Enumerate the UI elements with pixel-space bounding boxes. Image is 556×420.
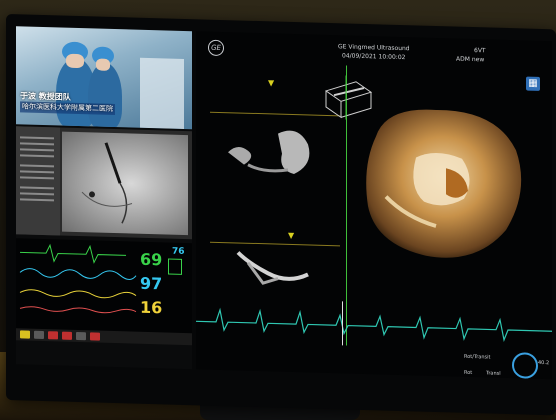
2d-planes-panel: ▼ ▼ [208,72,332,325]
video-caption: 于波 教授团队 哈尔滨医科大学附属第二医院 [20,90,115,116]
system-date: 04/09/2021 10:00:02 [342,52,405,62]
rotate-wheel-control[interactable] [512,352,538,379]
control-button-1[interactable] [20,330,30,339]
pulse-rate-value: 76 [172,246,185,257]
fluoroscopy-panel [16,126,192,240]
ecg-cursor [342,301,343,346]
control-button-5[interactable] [76,331,86,341]
mode-value: ADM [456,55,470,63]
ge-logo: GE [208,39,224,57]
ecg-trace [196,307,552,343]
surgeon-face-2 [96,58,110,71]
mode-label: ADM new [456,56,484,65]
fluoroscopy-sidebar [16,126,60,236]
date-value: 04/09/2021 [342,52,377,61]
control-button-6[interactable] [90,332,100,341]
surgeon-face [66,53,84,69]
value-readout: 40.2 [538,359,550,367]
svg-text:▼: ▼ [288,231,295,240]
monitor: 于波 教授团队 哈尔滨医科大学附属第二医院 69 76 97 16 GE GE … [6,14,556,416]
time-value: 10:00:02 [378,53,406,62]
spo2-value: 97 [140,273,163,294]
3d-render-view [346,95,532,270]
heart-rate-value: 69 [140,249,163,270]
control-button-2[interactable] [34,330,44,340]
rot-transit-label: Rot/Transit [464,353,491,361]
caption-hospital: 哈尔滨医科大学附属第二医院 [20,101,115,116]
ultrasound-screen: GE GE Vingmed Ultrasound 04/09/2021 10:0… [196,31,552,380]
resp-rate-value: 16 [140,297,163,318]
fluoroscopy-image [62,131,188,236]
probe-label: 6VT [474,47,486,55]
equipment [140,57,184,129]
vitals-waveforms [19,243,137,314]
left-screen: 于波 教授团队 哈尔滨医科大学附属第二医院 69 76 97 16 [16,26,192,370]
control-button-4[interactable] [62,331,72,340]
status-value: new [471,56,485,64]
rot-label: Rot [464,369,473,377]
grid-icon[interactable]: ▦ [526,76,540,91]
vitals-monitor: 69 76 97 16 [16,238,192,344]
control-button-3[interactable] [48,331,58,340]
heart-rate-bar-icon [168,258,182,275]
svg-text:▼: ▼ [268,78,275,87]
transl-label: Transl [486,370,501,377]
operating-room-video: 于波 教授团队 哈尔滨医科大学附属第二医院 [16,26,192,130]
